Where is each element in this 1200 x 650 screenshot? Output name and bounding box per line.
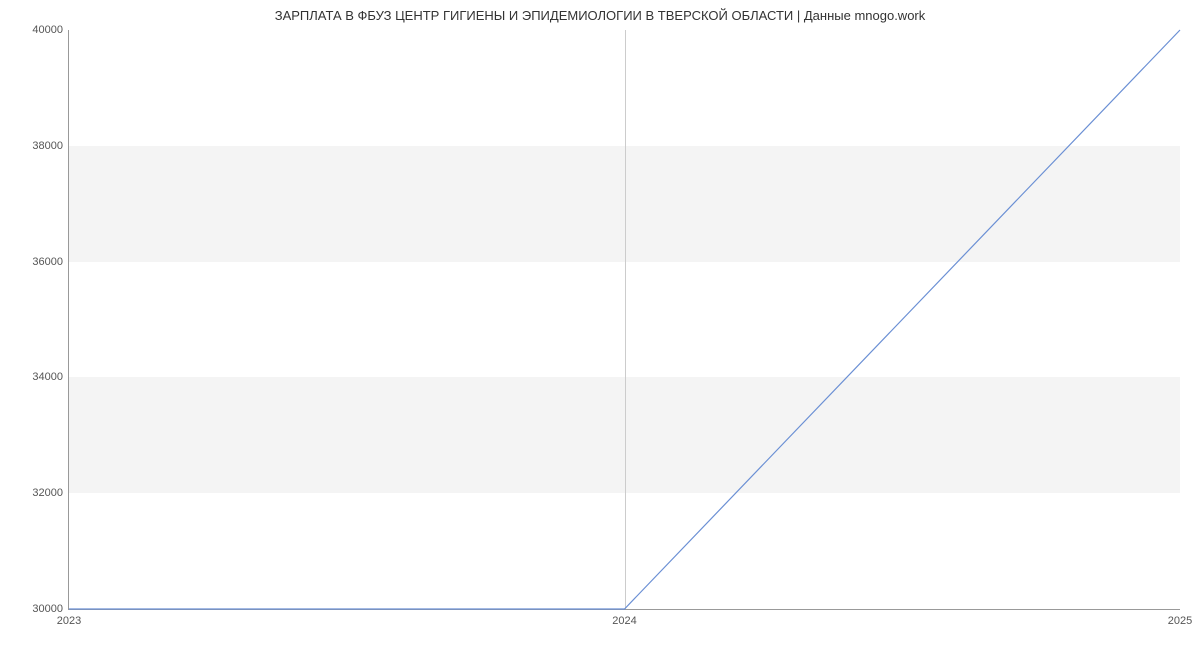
y-tick-label: 30000 bbox=[32, 603, 63, 615]
y-tick-label: 32000 bbox=[32, 487, 63, 499]
x-tick-label: 2023 bbox=[57, 615, 81, 627]
y-tick-label: 38000 bbox=[32, 140, 63, 152]
y-tick-label: 40000 bbox=[32, 24, 63, 36]
y-tick-label: 36000 bbox=[32, 256, 63, 268]
x-tick-label: 2024 bbox=[612, 615, 636, 627]
x-tick-label: 2025 bbox=[1168, 615, 1192, 627]
y-tick-label: 34000 bbox=[32, 371, 63, 383]
chart-title: ЗАРПЛАТА В ФБУЗ ЦЕНТР ГИГИЕНЫ И ЭПИДЕМИО… bbox=[0, 8, 1200, 23]
chart-container: ЗАРПЛАТА В ФБУЗ ЦЕНТР ГИГИЕНЫ И ЭПИДЕМИО… bbox=[0, 0, 1200, 650]
line-series bbox=[69, 30, 1180, 609]
plot-area: 30000 32000 34000 36000 38000 40000 2023… bbox=[68, 30, 1180, 610]
